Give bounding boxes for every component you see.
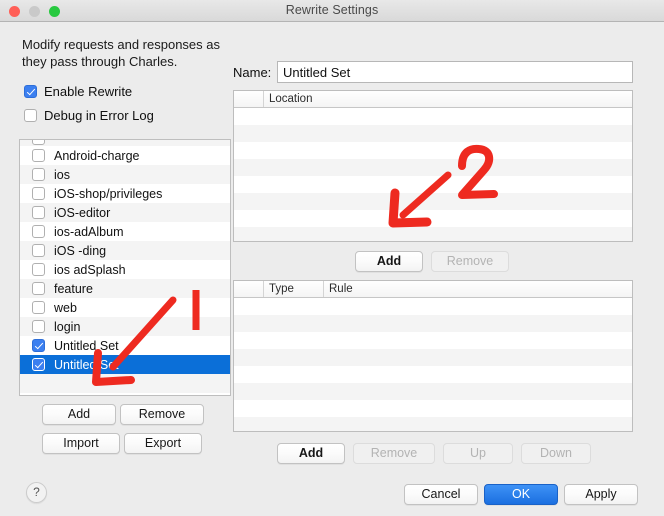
column-header-rule[interactable]: Rule: [324, 281, 632, 297]
import-button[interactable]: Import: [42, 433, 120, 454]
column-header-type[interactable]: Type: [264, 281, 324, 297]
table-row[interactable]: [234, 125, 632, 142]
remove-rule-button: Remove: [353, 443, 435, 464]
checkbox-icon[interactable]: [32, 301, 45, 314]
checkbox-icon[interactable]: [32, 206, 45, 219]
checkbox-icon[interactable]: [32, 282, 45, 295]
table-row[interactable]: [234, 417, 632, 431]
table-row[interactable]: [234, 298, 632, 315]
checkbox-icon[interactable]: [32, 339, 45, 352]
move-rule-down-button: Down: [521, 443, 591, 464]
list-item[interactable]: Android-charge: [20, 146, 230, 165]
list-item[interactable]: feature: [20, 279, 230, 298]
name-input[interactable]: [277, 61, 633, 83]
list-item-selected[interactable]: Untitled Set: [20, 355, 230, 374]
export-button[interactable]: Export: [124, 433, 202, 454]
table-row[interactable]: [234, 332, 632, 349]
column-header-blank[interactable]: [234, 281, 264, 297]
checkbox-icon[interactable]: [32, 225, 45, 238]
checkbox-icon[interactable]: [32, 244, 45, 257]
ok-button[interactable]: OK: [484, 484, 558, 505]
list-item-label: Android-charge: [54, 148, 140, 163]
table-row[interactable]: [234, 108, 632, 125]
checkbox-icon[interactable]: [24, 85, 37, 98]
list-item-label: ios-adAlbum: [54, 224, 124, 239]
intro-description: Modify requests and responses as they pa…: [22, 37, 220, 69]
rules-table-body: [234, 298, 632, 431]
dialog-content: Modify requests and responses as they pa…: [0, 22, 664, 516]
list-item[interactable]: iOS-shop/privileges: [20, 184, 230, 203]
window-title: Rewrite Settings: [285, 3, 379, 17]
list-item-label: web: [54, 300, 77, 315]
list-item-empty[interactable]: [20, 374, 230, 393]
help-button[interactable]: ?: [26, 482, 47, 503]
checkbox-icon[interactable]: [32, 187, 45, 200]
list-item-label: ios adSplash: [54, 262, 126, 277]
list-item[interactable]: web: [20, 298, 230, 317]
list-item[interactable]: iOS -ding: [20, 241, 230, 260]
list-item-label: iOS-shop/privileges: [54, 186, 163, 201]
enable-rewrite-checkbox-row[interactable]: Enable Rewrite: [24, 84, 132, 99]
location-table[interactable]: Location: [233, 90, 633, 242]
list-item[interactable]: Untitled Set: [20, 336, 230, 355]
add-set-button[interactable]: Add: [42, 404, 116, 425]
list-item[interactable]: iOS-editor: [20, 203, 230, 222]
rewrite-settings-window: Rewrite Settings Modify requests and res…: [0, 0, 664, 516]
add-rule-button[interactable]: Add: [277, 443, 345, 464]
add-location-button[interactable]: Add: [355, 251, 423, 272]
checkbox-icon[interactable]: [32, 149, 45, 162]
list-item[interactable]: login: [20, 317, 230, 336]
checkbox-icon[interactable]: [32, 140, 45, 145]
move-rule-up-button: Up: [443, 443, 513, 464]
location-table-header: Location: [234, 91, 632, 108]
location-table-body: [234, 108, 632, 241]
table-row[interactable]: [234, 176, 632, 193]
list-item-label: Untitled Set: [54, 338, 119, 353]
checkbox-icon[interactable]: [32, 358, 45, 371]
table-row[interactable]: [234, 227, 632, 241]
table-row[interactable]: [234, 366, 632, 383]
name-label: Name:: [233, 65, 272, 80]
table-row[interactable]: [234, 349, 632, 366]
column-header-location[interactable]: Location: [264, 91, 632, 107]
enable-rewrite-label: Enable Rewrite: [44, 84, 133, 99]
window-titlebar: Rewrite Settings: [0, 0, 664, 22]
checkbox-icon[interactable]: [32, 320, 45, 333]
table-row[interactable]: [234, 400, 632, 417]
remove-location-button: Remove: [431, 251, 509, 272]
debug-error-log-label: Debug in Error Log: [44, 108, 154, 123]
list-item-label: login: [54, 319, 81, 334]
rewrite-sets-list[interactable]: Android-charge ios iOS-shop/privileges i…: [19, 139, 231, 396]
list-item-label: Untitled Set: [54, 357, 119, 372]
list-item-label: ios: [54, 167, 70, 182]
column-header-blank[interactable]: [234, 91, 264, 107]
list-item-empty[interactable]: [20, 393, 230, 395]
apply-button[interactable]: Apply: [564, 484, 638, 505]
checkbox-icon[interactable]: [24, 109, 37, 122]
table-row[interactable]: [234, 142, 632, 159]
remove-set-button[interactable]: Remove: [120, 404, 204, 425]
list-item-label: iOS -ding: [54, 243, 107, 258]
table-row[interactable]: [234, 159, 632, 176]
list-item[interactable]: ios adSplash: [20, 260, 230, 279]
list-item-label: feature: [54, 281, 93, 296]
cancel-button[interactable]: Cancel: [404, 484, 478, 505]
rules-table[interactable]: Type Rule: [233, 280, 633, 432]
debug-error-log-checkbox-row[interactable]: Debug in Error Log: [24, 108, 154, 123]
rules-table-header: Type Rule: [234, 281, 632, 298]
table-row[interactable]: [234, 315, 632, 332]
list-item[interactable]: ios: [20, 165, 230, 184]
table-row[interactable]: [234, 193, 632, 210]
list-item[interactable]: ios-adAlbum: [20, 222, 230, 241]
checkbox-icon[interactable]: [32, 263, 45, 276]
list-item-label: iOS-editor: [54, 205, 111, 220]
checkbox-icon[interactable]: [32, 168, 45, 181]
table-row[interactable]: [234, 383, 632, 400]
table-row[interactable]: [234, 210, 632, 227]
